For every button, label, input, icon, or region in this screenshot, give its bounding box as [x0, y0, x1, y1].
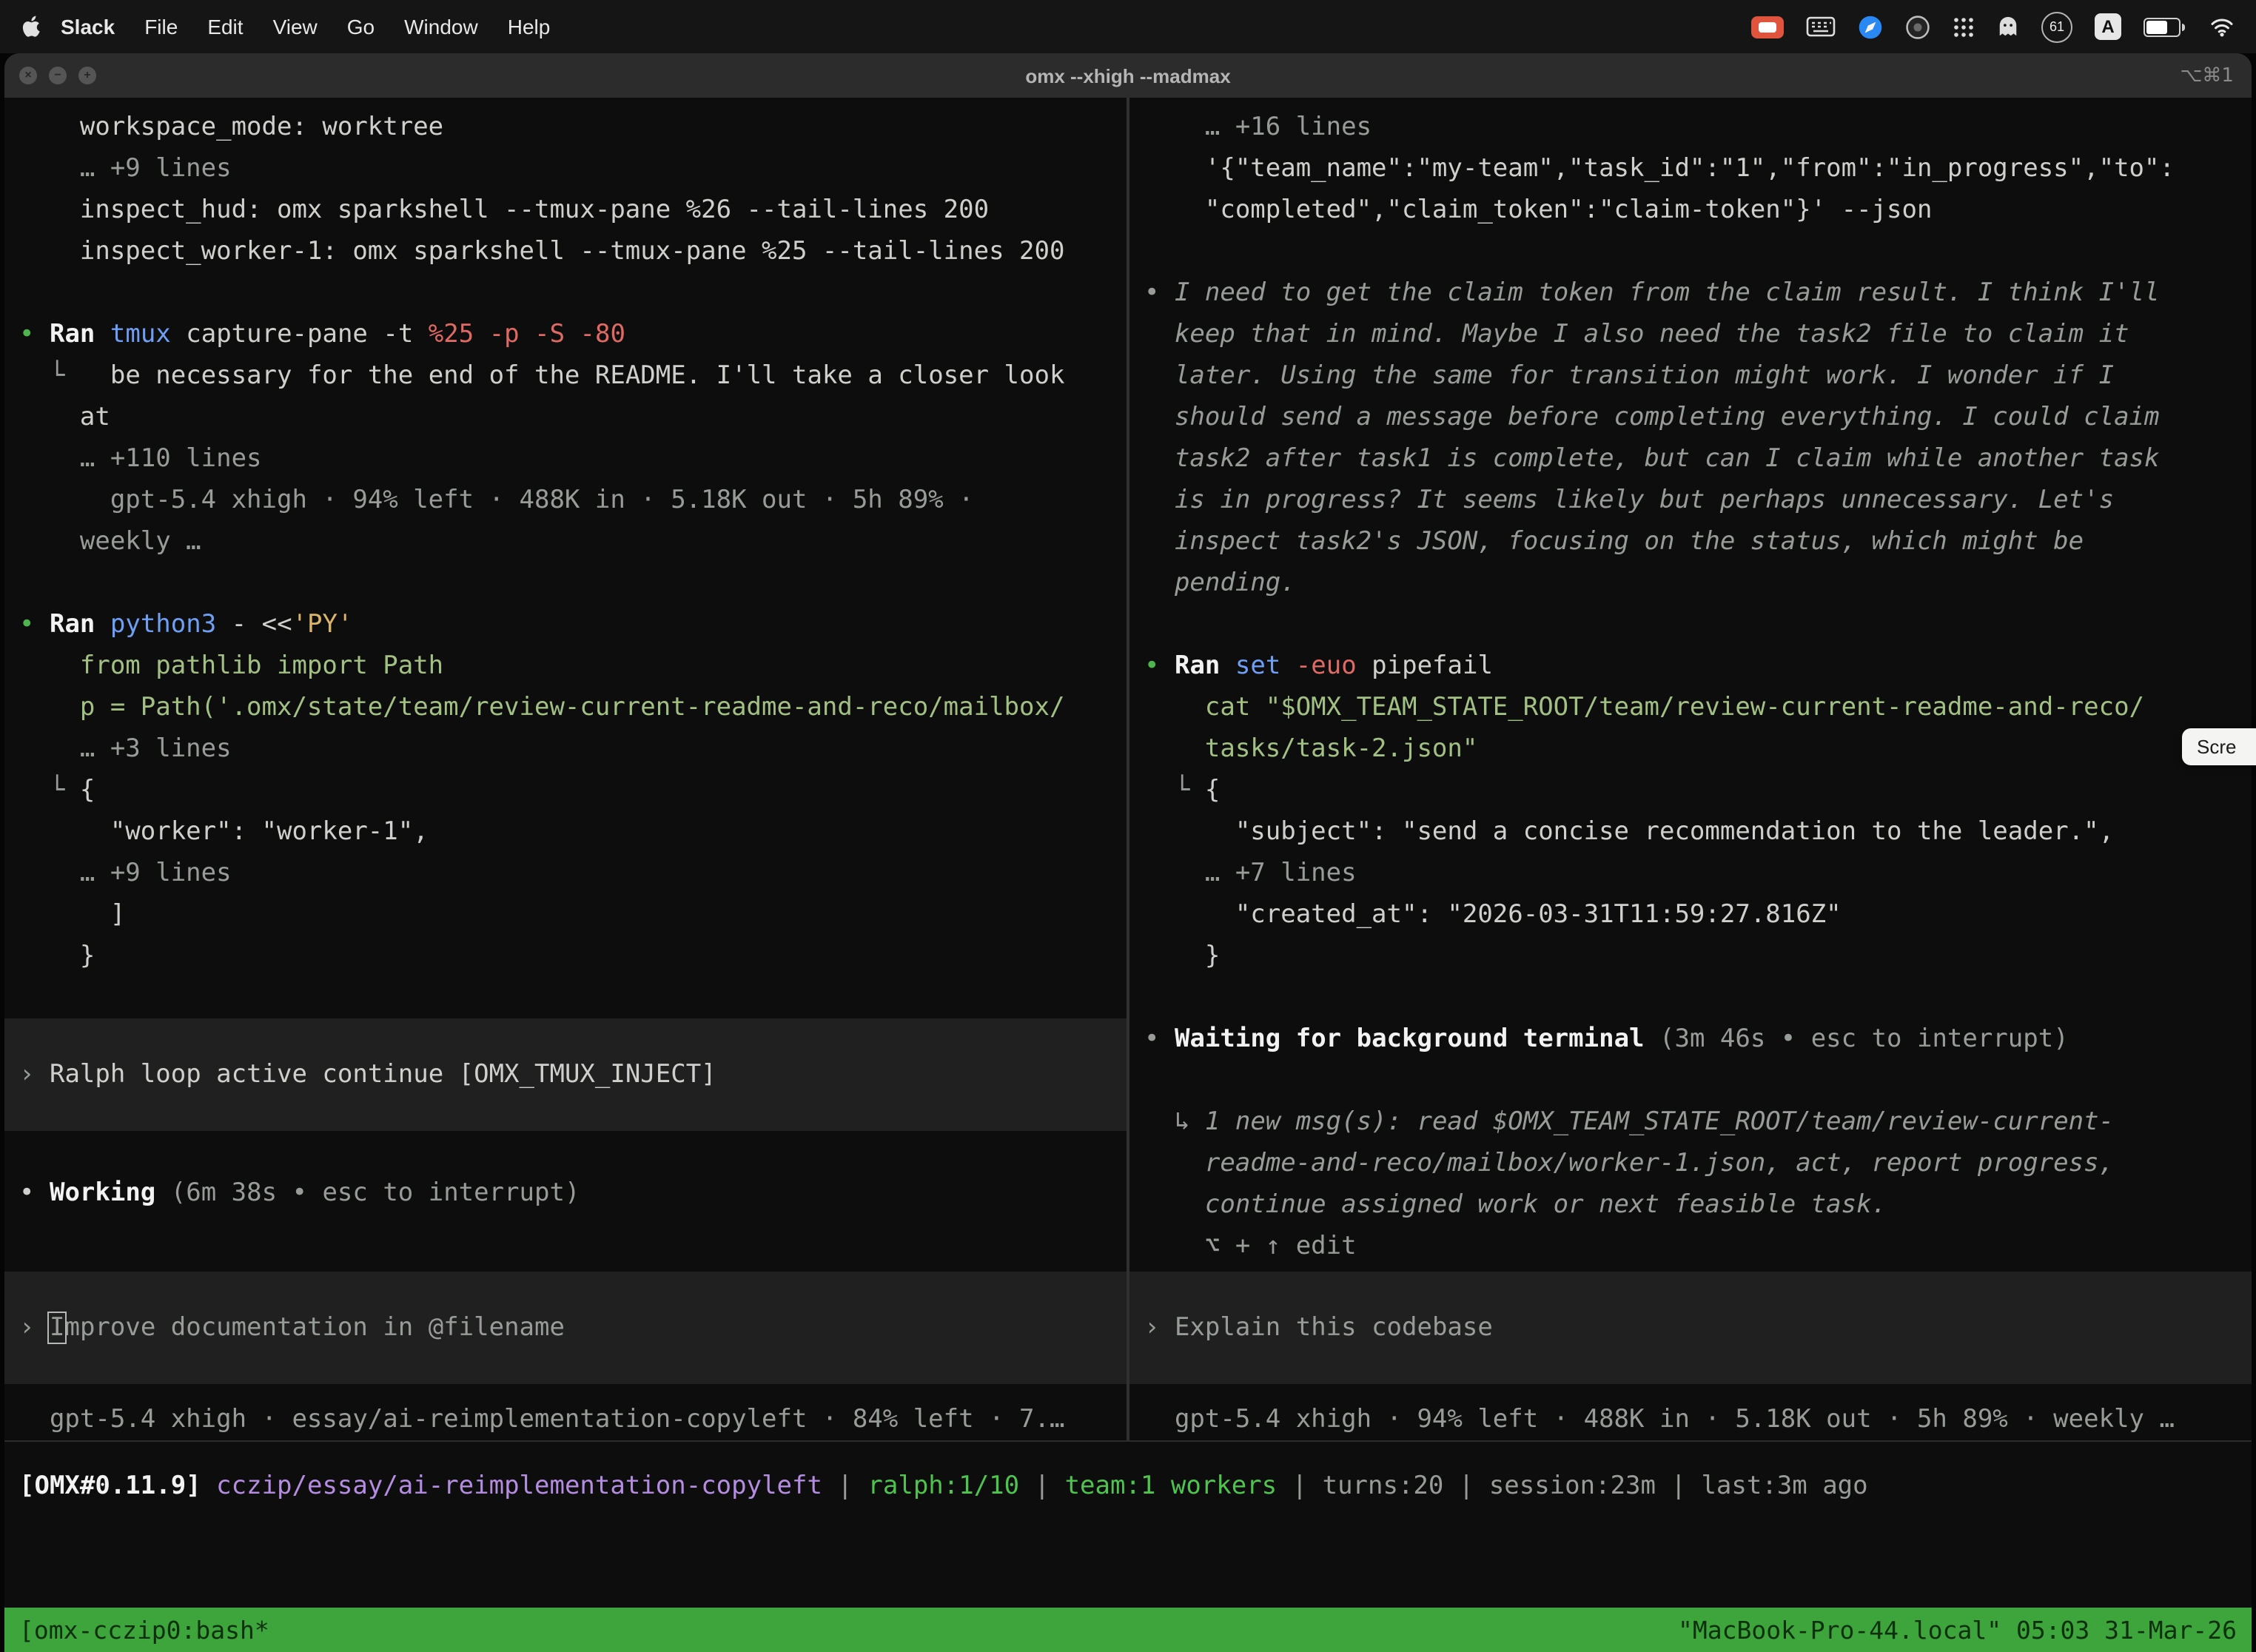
- terminal-line: [1129, 977, 2252, 1018]
- terminal-line: └ {: [4, 770, 1127, 811]
- terminal-line: • Ran tmux capture-pane -t %25 -p -S -80: [4, 314, 1127, 355]
- terminal-line: "completed","claim_token":"claim-token"}…: [1129, 189, 2252, 231]
- left-pane[interactable]: workspace_mode: worktree … +9 lines insp…: [4, 98, 1127, 1440]
- terminal-line: • Ran python3 - <<'PY': [4, 604, 1127, 645]
- tmux-panes: workspace_mode: worktree … +9 lines insp…: [4, 98, 2252, 1442]
- tmux-status-bar: [omx-cczip0:bash* "MacBook-Pro-44.local"…: [4, 1608, 2252, 1652]
- window-title: omx --xhigh --madmax: [1025, 64, 1230, 87]
- terminal-line: [4, 977, 1127, 1018]
- terminal-line: • I need to get the claim token from the…: [1129, 272, 2252, 314]
- ghost-icon[interactable]: [1997, 15, 2019, 38]
- terminal-line: is in progress? It seems likely but perh…: [1129, 480, 2252, 521]
- terminal-line: └ {: [1129, 770, 2252, 811]
- battery-percent-icon[interactable]: 61: [2041, 11, 2072, 42]
- terminal-line: [4, 563, 1127, 604]
- terminal-line: later. Using the same for transition mig…: [1129, 355, 2252, 397]
- omx-status-line: [OMX#0.11.9] cczip/essay/ai-reimplementa…: [4, 1442, 2252, 1608]
- terminal-line: [1129, 1060, 2252, 1101]
- terminal-line: … +7 lines: [1129, 853, 2252, 894]
- input-source-icon[interactable]: A: [2095, 13, 2121, 40]
- terminal-line: }: [4, 936, 1127, 977]
- terminal-line: gpt-5.4 xhigh · 94% left · 488K in · 5.1…: [1129, 1399, 2252, 1440]
- terminal-line: ]: [4, 894, 1127, 936]
- terminal-line: • Ran set -euo pipefail: [1129, 645, 2252, 687]
- screen-recording-indicator-icon[interactable]: [1751, 16, 1784, 38]
- prompt-input-right[interactable]: › Explain this codebase: [1129, 1272, 2252, 1384]
- dots-grid-icon[interactable]: [1953, 16, 1975, 38]
- terminal-line: [1129, 604, 2252, 645]
- terminal-line: p = Path('.omx/state/team/review-current…: [4, 687, 1127, 728]
- terminal-line: … +9 lines: [4, 853, 1127, 894]
- terminal-line: "worker": "worker-1",: [4, 811, 1127, 853]
- menu-item[interactable]: View: [258, 15, 332, 38]
- terminal-line: gpt-5.4 xhigh · 94% left · 488K in · 5.1…: [4, 480, 1127, 521]
- menu-item[interactable]: Edit: [192, 15, 258, 38]
- app-menus: FileEditViewGoWindowHelp: [130, 15, 565, 38]
- right-pane-scrollback: … +16 lines '{"team_name":"my-team","tas…: [1129, 107, 2252, 1267]
- tmux-session-label: [omx-cczip0:bash*: [19, 1616, 269, 1644]
- terminal-line: [1129, 231, 2252, 272]
- right-pane-bottom: › Explain this codebase gpt-5.4 xhigh · …: [1129, 1272, 2252, 1440]
- right-pane[interactable]: … +16 lines '{"team_name":"my-team","tas…: [1129, 98, 2252, 1440]
- terminal-line: at: [4, 397, 1127, 438]
- left-pane-scrollback: workspace_mode: worktree … +9 lines insp…: [4, 107, 1127, 1214]
- menu-item[interactable]: Window: [389, 15, 493, 38]
- left-pane-bottom: › Improve documentation in @filename gpt…: [4, 1272, 1127, 1440]
- terminal-line: … +9 lines: [4, 148, 1127, 189]
- lens-icon[interactable]: [1905, 14, 1930, 39]
- terminal-line: readme-and-reco/mailbox/worker-1.json, a…: [1129, 1143, 2252, 1184]
- browser-swirl-icon[interactable]: [1858, 14, 1883, 39]
- battery-icon[interactable]: [2143, 17, 2181, 36]
- minimize-button[interactable]: −: [49, 67, 67, 84]
- tmux-host-clock: "MacBook-Pro-44.local" 05:03 31-Mar-26: [1678, 1616, 2237, 1644]
- terminal-line: pending.: [1129, 563, 2252, 604]
- terminal-line: └ be necessary for the end of the README…: [4, 355, 1127, 397]
- prompt-input-left[interactable]: › Improve documentation in @filename: [4, 1272, 1127, 1384]
- terminal-line: "created_at": "2026-03-31T11:59:27.816Z": [1129, 894, 2252, 936]
- terminal-line: … +16 lines: [1129, 107, 2252, 148]
- screenshot-thumbnail[interactable]: Scre: [2182, 728, 2256, 765]
- terminal-line: gpt-5.4 xhigh · essay/ai-reimplementatio…: [4, 1399, 1127, 1440]
- close-button[interactable]: ×: [19, 67, 37, 84]
- terminal-line: workspace_mode: worktree: [4, 107, 1127, 148]
- terminal-line: keep that in mind. Maybe I also need the…: [1129, 314, 2252, 355]
- terminal-line: … +110 lines: [4, 438, 1127, 480]
- menu-item[interactable]: File: [130, 15, 192, 38]
- terminal-line: ⌥ + ↑ edit: [1129, 1226, 2252, 1267]
- omx-hud-status: [OMX#0.11.9] cczip/essay/ai-reimplementa…: [16, 1465, 2240, 1507]
- zoom-button[interactable]: +: [78, 67, 96, 84]
- terminal-line: cat "$OMX_TEAM_STATE_ROOT/team/review-cu…: [1129, 687, 2252, 728]
- terminal-line: inspect_worker-1: omx sparkshell --tmux-…: [4, 231, 1127, 272]
- desktop-screen: Slack FileEditViewGoWindowHelp 61 A: [0, 0, 2256, 1652]
- ralph-loop-input[interactable]: › Ralph loop active continue [OMX_TMUX_I…: [4, 1018, 1127, 1131]
- terminal-line: inspect_hud: omx sparkshell --tmux-pane …: [4, 189, 1127, 231]
- terminal-line: ↳ 1 new msg(s): read $OMX_TEAM_STATE_ROO…: [1129, 1101, 2252, 1143]
- menu-item[interactable]: Help: [493, 15, 565, 38]
- terminal-line: • Waiting for background terminal (3m 46…: [1129, 1018, 2252, 1060]
- menu-bar: Slack FileEditViewGoWindowHelp 61 A: [0, 0, 2256, 53]
- terminal-line: }: [1129, 936, 2252, 977]
- apple-menu-icon[interactable]: [21, 15, 40, 38]
- terminal-line: tasks/task-2.json": [1129, 728, 2252, 770]
- terminal-line: continue assigned work or next feasible …: [1129, 1184, 2252, 1226]
- terminal-window: × − + omx --xhigh --madmax ⌥⌘1 workspace…: [4, 53, 2252, 1652]
- terminal-line: '{"team_name":"my-team","task_id":"1","f…: [1129, 148, 2252, 189]
- wifi-icon[interactable]: [2209, 16, 2235, 37]
- terminal-line: weekly …: [4, 521, 1127, 563]
- terminal-line: task2 after task1 is complete, but can I…: [1129, 438, 2252, 480]
- terminal-line: [4, 272, 1127, 314]
- terminal-line: [4, 1131, 1127, 1172]
- terminal-line: "subject": "send a concise recommendatio…: [1129, 811, 2252, 853]
- terminal-line: • Working (6m 38s • esc to interrupt): [4, 1172, 1127, 1214]
- window-shortcut-badge: ⌥⌘1: [2180, 64, 2234, 87]
- active-app-name[interactable]: Slack: [46, 15, 130, 38]
- terminal-line: inspect task2's JSON, focusing on the st…: [1129, 521, 2252, 563]
- menu-item[interactable]: Go: [332, 15, 389, 38]
- window-title-bar[interactable]: × − + omx --xhigh --madmax ⌥⌘1: [4, 53, 2252, 98]
- terminal-line: … +3 lines: [4, 728, 1127, 770]
- terminal-line: from pathlib import Path: [4, 645, 1127, 687]
- keyboard-grid-icon[interactable]: [1806, 16, 1836, 37]
- terminal-line: should send a message before completing …: [1129, 397, 2252, 438]
